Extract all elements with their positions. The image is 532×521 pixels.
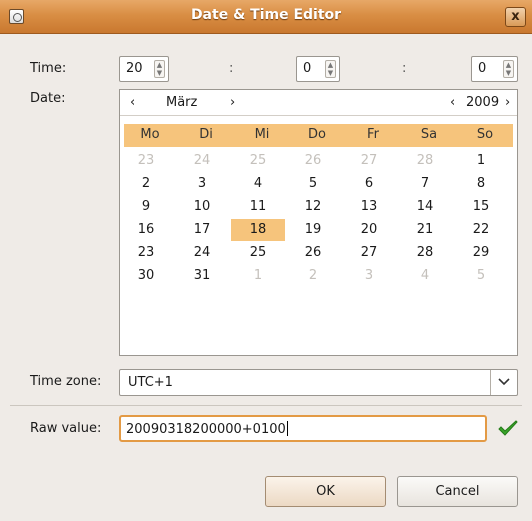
- hour-spin-arrows[interactable]: ▲ ▼: [154, 60, 165, 78]
- separator: [10, 405, 522, 406]
- time-label: Time:: [30, 61, 67, 76]
- calendar-day[interactable]: 4: [405, 265, 445, 287]
- calendar-day[interactable]: 27: [349, 150, 389, 172]
- raw-value-label: Raw value:: [30, 421, 102, 436]
- calendar-day[interactable]: 7: [405, 173, 445, 195]
- calendar-day[interactable]: 1: [461, 150, 501, 172]
- weekday-label: Mi: [254, 127, 270, 142]
- spin-down-icon[interactable]: ▼: [326, 69, 335, 77]
- minute-spin-arrows[interactable]: ▲ ▼: [325, 60, 336, 78]
- prev-year-button[interactable]: ‹: [450, 95, 455, 110]
- calendar-day[interactable]: 8: [461, 173, 501, 195]
- calendar-day[interactable]: 25: [238, 242, 278, 264]
- spin-down-icon[interactable]: ▼: [155, 69, 164, 77]
- ok-button[interactable]: OK: [265, 476, 386, 507]
- time-separator: :: [229, 61, 234, 76]
- window-title: Date & Time Editor: [190, 7, 342, 23]
- minute-value: 0: [303, 61, 312, 76]
- calendar-day[interactable]: 13: [349, 196, 389, 218]
- next-year-button[interactable]: ›: [505, 95, 510, 110]
- calendar-day[interactable]: 10: [182, 196, 222, 218]
- calendar-day[interactable]: 16: [126, 219, 166, 241]
- calendar-day[interactable]: 1: [238, 265, 278, 287]
- hour-spinner[interactable]: 20 ▲ ▼: [119, 56, 169, 82]
- calendar-day[interactable]: 5: [293, 173, 333, 195]
- calendar-day[interactable]: 31: [182, 265, 222, 287]
- date-label: Date:: [30, 91, 66, 106]
- spin-up-icon[interactable]: ▲: [326, 61, 335, 69]
- calendar-day[interactable]: 12: [293, 196, 333, 218]
- calendar-day[interactable]: 30: [126, 265, 166, 287]
- weekday-label: Fr: [367, 127, 379, 142]
- text-caret: [286, 421, 288, 436]
- spin-up-icon[interactable]: ▲: [155, 61, 164, 69]
- year-label: 2009: [466, 95, 500, 110]
- calendar-day[interactable]: 3: [349, 265, 389, 287]
- raw-value-input[interactable]: 20090318200000+0100: [119, 415, 487, 442]
- calendar-day[interactable]: 9: [126, 196, 166, 218]
- calendar-day[interactable]: 28: [405, 242, 445, 264]
- second-spinner[interactable]: 0 ▲ ▼: [471, 56, 518, 82]
- calendar-day[interactable]: 2: [126, 173, 166, 195]
- timezone-select[interactable]: UTC+1: [119, 369, 518, 396]
- minute-spinner[interactable]: 0 ▲ ▼: [296, 56, 340, 82]
- calendar-day[interactable]: 24: [182, 242, 222, 264]
- calendar-day[interactable]: 25: [238, 150, 278, 172]
- raw-value-text: 20090318200000+0100: [126, 422, 286, 437]
- calendar-day[interactable]: 19: [293, 219, 333, 241]
- calendar-day[interactable]: 6: [349, 173, 389, 195]
- calendar-day[interactable]: 3: [182, 173, 222, 195]
- spin-down-icon[interactable]: ▼: [504, 69, 513, 77]
- weekday-label: Mo: [140, 127, 160, 142]
- next-month-button[interactable]: ›: [230, 95, 235, 110]
- prev-month-button[interactable]: ‹: [130, 95, 135, 110]
- calendar-day[interactable]: 29: [461, 242, 501, 264]
- close-button[interactable]: x: [505, 7, 526, 27]
- spin-up-icon[interactable]: ▲: [504, 61, 513, 69]
- calendar-day[interactable]: 2: [293, 265, 333, 287]
- calendar-day[interactable]: 24: [182, 150, 222, 172]
- calendar-day[interactable]: 11: [238, 196, 278, 218]
- timezone-value: UTC+1: [128, 375, 173, 390]
- calendar-day[interactable]: 17: [182, 219, 222, 241]
- calendar: ‹ März › ‹ 2009 › Mo Di Mi Do Fr Sa So 2…: [119, 89, 518, 356]
- calendar-day[interactable]: 4: [238, 173, 278, 195]
- calendar-day[interactable]: 21: [405, 219, 445, 241]
- calendar-day[interactable]: 23: [126, 242, 166, 264]
- cancel-button[interactable]: Cancel: [397, 476, 518, 507]
- second-spin-arrows[interactable]: ▲ ▼: [503, 60, 514, 78]
- calendar-day[interactable]: 28: [405, 150, 445, 172]
- month-label: März: [166, 95, 198, 110]
- title-bar: Date & Time Editor x: [0, 0, 532, 34]
- checkmark-icon: [498, 420, 518, 436]
- weekday-label: Di: [199, 127, 213, 142]
- calendar-day[interactable]: 14: [405, 196, 445, 218]
- calendar-day[interactable]: 26: [293, 150, 333, 172]
- calendar-day[interactable]: 23: [126, 150, 166, 172]
- calendar-day[interactable]: 20: [349, 219, 389, 241]
- calendar-day[interactable]: 22: [461, 219, 501, 241]
- calendar-day[interactable]: 26: [293, 242, 333, 264]
- calendar-day[interactable]: 27: [349, 242, 389, 264]
- calendar-nav: ‹ März › ‹ 2009 ›: [120, 90, 517, 116]
- calendar-day[interactable]: 15: [461, 196, 501, 218]
- calendar-day[interactable]: 5: [461, 265, 501, 287]
- weekday-label: So: [476, 127, 494, 142]
- weekday-label: Do: [308, 127, 326, 142]
- timezone-label: Time zone:: [30, 374, 102, 389]
- weekday-header: Mo Di Mi Do Fr Sa So: [124, 124, 513, 147]
- hour-value: 20: [126, 61, 143, 76]
- chevron-down-icon[interactable]: [490, 370, 517, 395]
- second-value: 0: [478, 61, 487, 76]
- time-separator: :: [402, 61, 407, 76]
- weekday-label: Sa: [420, 127, 438, 142]
- calendar-day-selected[interactable]: 18: [231, 219, 285, 241]
